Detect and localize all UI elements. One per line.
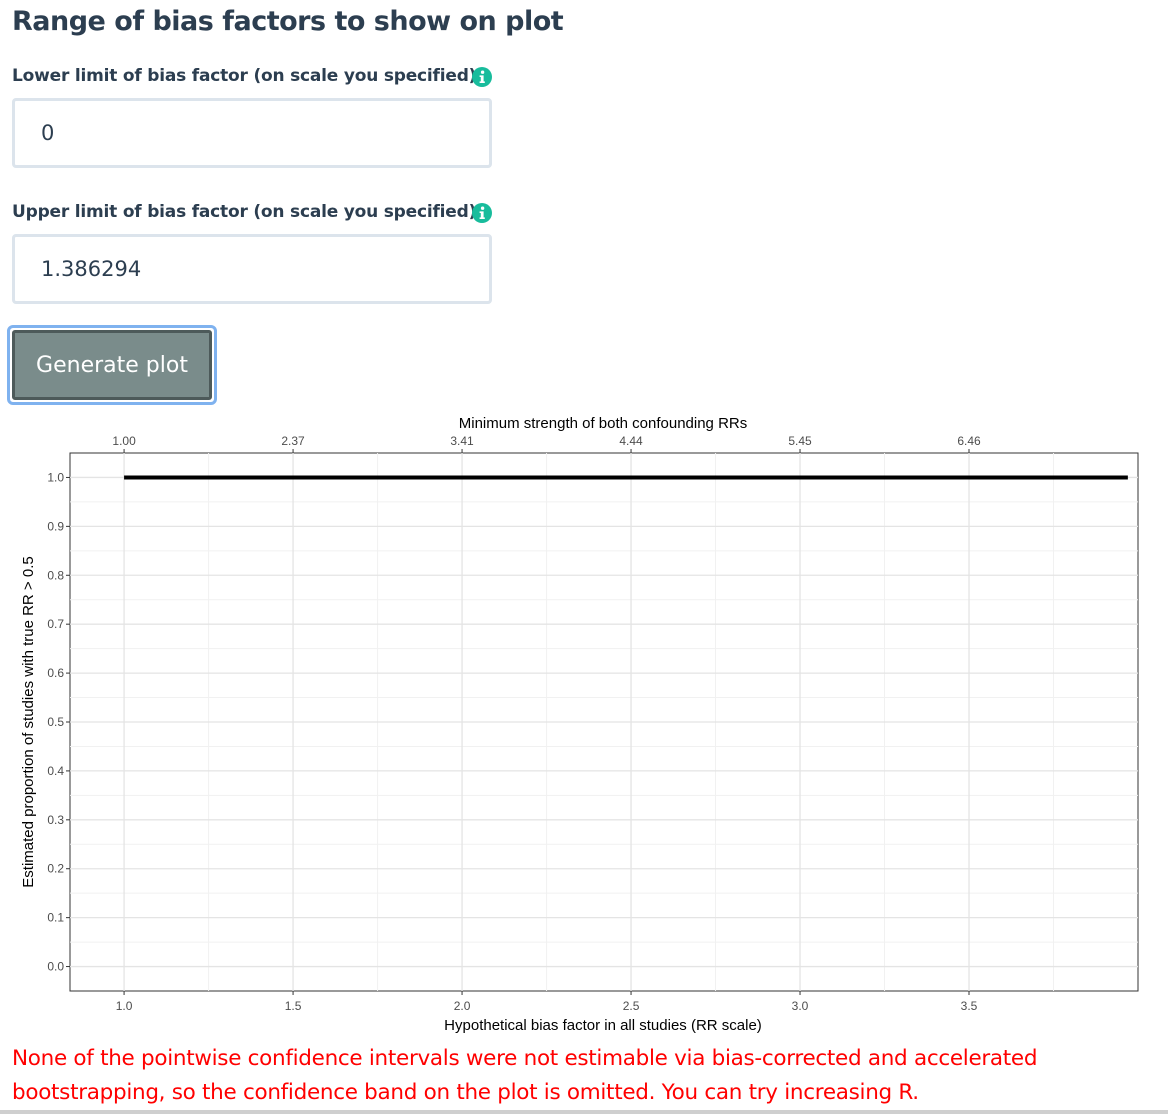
- ci-omitted-warning: None of the pointwise confidence interva…: [12, 1046, 1038, 1105]
- section-title: Range of bias factors to show on plot: [12, 6, 564, 37]
- x-tick-label: 2.5: [623, 999, 640, 1013]
- x-tick-label: 2.0: [454, 999, 471, 1013]
- info-circle-icon[interactable]: [472, 67, 492, 87]
- y-tick-label: 0.7: [47, 617, 64, 631]
- y-tick-label: 0.5: [47, 715, 64, 729]
- bottom-divider: [0, 1110, 1168, 1114]
- top-tick-label: 5.45: [788, 434, 812, 448]
- y-axis-title: Estimated proportion of studies with tru…: [20, 556, 37, 887]
- lower-limit-label: Lower limit of bias factor (on scale you…: [12, 66, 477, 86]
- y-tick-label: 0.8: [47, 568, 64, 582]
- top-tick-label: 3.41: [450, 434, 474, 448]
- top-tick-label: 1.00: [112, 434, 136, 448]
- info-circle-icon[interactable]: [472, 203, 492, 223]
- x-tick-label: 1.0: [116, 999, 133, 1013]
- y-tick-label: 0.4: [47, 764, 64, 778]
- generate-plot-button[interactable]: Generate plot: [12, 330, 212, 400]
- sensitivity-plot: 1.0 1.5 2.0 2.5 3.0 3.5 1.00 2.37 3.41 4.44 5.45 6.…: [20, 415, 1139, 1034]
- upper-limit-input[interactable]: [12, 234, 492, 304]
- top-tick-label: 6.46: [957, 434, 981, 448]
- x-tick-label: 3.0: [792, 999, 809, 1013]
- lower-limit-input[interactable]: [12, 98, 492, 168]
- y-tick-label: 0.3: [47, 813, 64, 827]
- x-axis-title: Hypothetical bias factor in all studies …: [444, 1017, 762, 1034]
- y-tick-label: 0.1: [47, 911, 64, 925]
- x-tick-label: 3.5: [961, 999, 978, 1013]
- y-tick-label: 1.0: [47, 470, 64, 484]
- top-tick-label: 4.44: [619, 434, 643, 448]
- top-axis-title: Minimum strength of both confounding RRs: [459, 415, 747, 432]
- y-tick-label: 0.0: [47, 960, 64, 974]
- upper-limit-label: Upper limit of bias factor (on scale you…: [12, 202, 477, 222]
- y-tick-label: 0.2: [47, 862, 64, 876]
- y-tick-label: 0.6: [47, 666, 64, 680]
- x-tick-label: 1.5: [285, 999, 302, 1013]
- top-tick-label: 2.37: [281, 434, 305, 448]
- y-tick-label: 0.9: [47, 519, 64, 533]
